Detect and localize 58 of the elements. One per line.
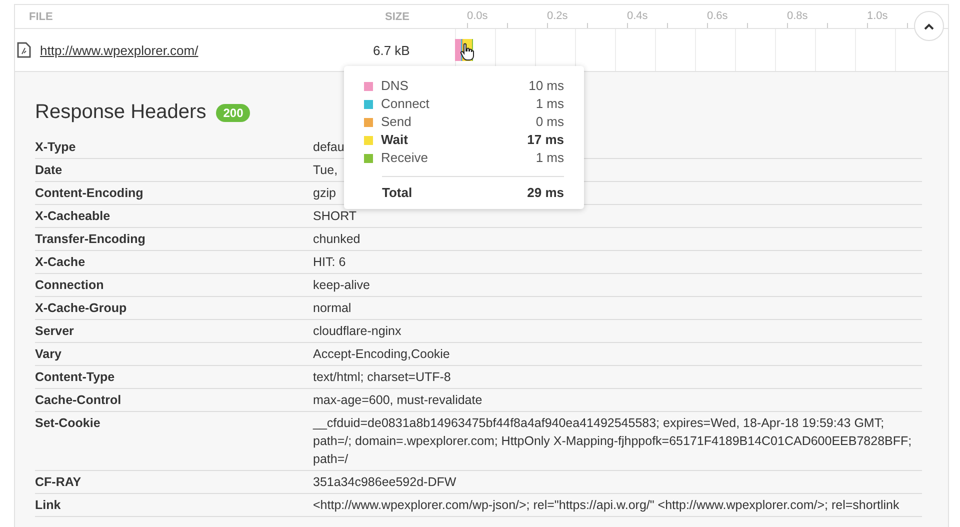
phase-duration: 1 ms [536, 95, 564, 113]
header-value: defau [313, 139, 344, 156]
total-duration: 29 ms [527, 184, 564, 202]
header-value: Tue, [313, 162, 338, 179]
header-value: gzip [313, 185, 336, 202]
header-value: HIT: 6 [313, 254, 346, 271]
header-name: Content-Type [35, 369, 116, 386]
phase-duration: 10 ms [528, 77, 564, 95]
header-name: X-Cache [35, 254, 86, 271]
axis-tick-label: 0.6s [707, 10, 728, 22]
header-name: Server [35, 323, 75, 340]
section-title: Response Headers [35, 101, 206, 124]
header-name: Vary [35, 346, 62, 363]
header-value: cloudflare-nginx [313, 323, 402, 340]
header-name: Cache-Control [35, 392, 122, 409]
status-badge: 200 [216, 104, 250, 122]
request-url-link[interactable]: http://www.wpexplorer.com/ [40, 42, 198, 58]
header-value: Accept-Encoding,Cookie [313, 346, 450, 363]
header-name: CF-RAY [35, 474, 82, 491]
header-value: <http://www.wpexplorer.com/wp-json/>; rel="https://api.w.org/" <http://www.wpexplorer.com/>; rel=shortlink [313, 497, 900, 514]
header-value: text/html; charset=UTF-8 [313, 369, 451, 386]
header-name: Link [35, 497, 62, 514]
header-name: X-Cacheable [35, 208, 112, 225]
header-value: normal [313, 300, 352, 317]
phase-label: Wait [381, 131, 409, 149]
header-name: Transfer-Encoding [35, 231, 146, 248]
header-value: SHORT [313, 208, 357, 225]
collapse-button[interactable] [914, 11, 944, 41]
axis-tick-label: 1.0s [867, 10, 888, 22]
header-name: Content-Encoding [35, 185, 144, 202]
axis-tick-label: 0.2s [547, 10, 568, 22]
phase-duration: 17 ms [527, 131, 564, 149]
column-header: SIZE [385, 10, 410, 22]
axis-tick-label: 0.4s [627, 10, 648, 22]
header-value: max-age=600, must-revalidate [313, 392, 482, 409]
axis-tick-label: 0.0s [467, 10, 488, 22]
phase-label: Connect [381, 95, 430, 113]
header-value: keep-alive [313, 277, 370, 294]
total-label: Total [382, 184, 414, 202]
header-name: Date [35, 162, 64, 179]
file-size: 6.7 kB [373, 42, 410, 58]
phase-duration: 0 ms [536, 113, 564, 131]
phase-label: Receive [381, 149, 429, 167]
axis-tick-label: 0.8s [787, 10, 808, 22]
header-value: __cfduid=de0831a8b14963475bf44f8a4af940ea41492545583; expires=Wed, 18-Apr-18 19:59:43 GMT; path=/; domain=.wpexplorer.com; HttpOnly X-Mapping-fjhppofk=65171F4189B14C01CAD600EEB7828BFF; path=/ [313, 415, 913, 468]
header-name: Connection [35, 277, 105, 294]
phase-label: DNS [381, 77, 410, 95]
file-code-icon [17, 42, 31, 58]
column-header: FILE [29, 10, 53, 22]
header-value: chunked [313, 231, 360, 248]
header-name: X-Type [35, 139, 77, 156]
phase-label: Send [381, 113, 412, 131]
header-value: 351a34c986ee592d-DFW [313, 474, 456, 491]
phase-duration: 1 ms [536, 149, 564, 167]
header-name: Set-Cookie [35, 415, 102, 432]
chevron-icon [924, 22, 934, 30]
header-name: X-Cache-Group [35, 300, 128, 317]
hand-cursor-icon [460, 43, 474, 61]
